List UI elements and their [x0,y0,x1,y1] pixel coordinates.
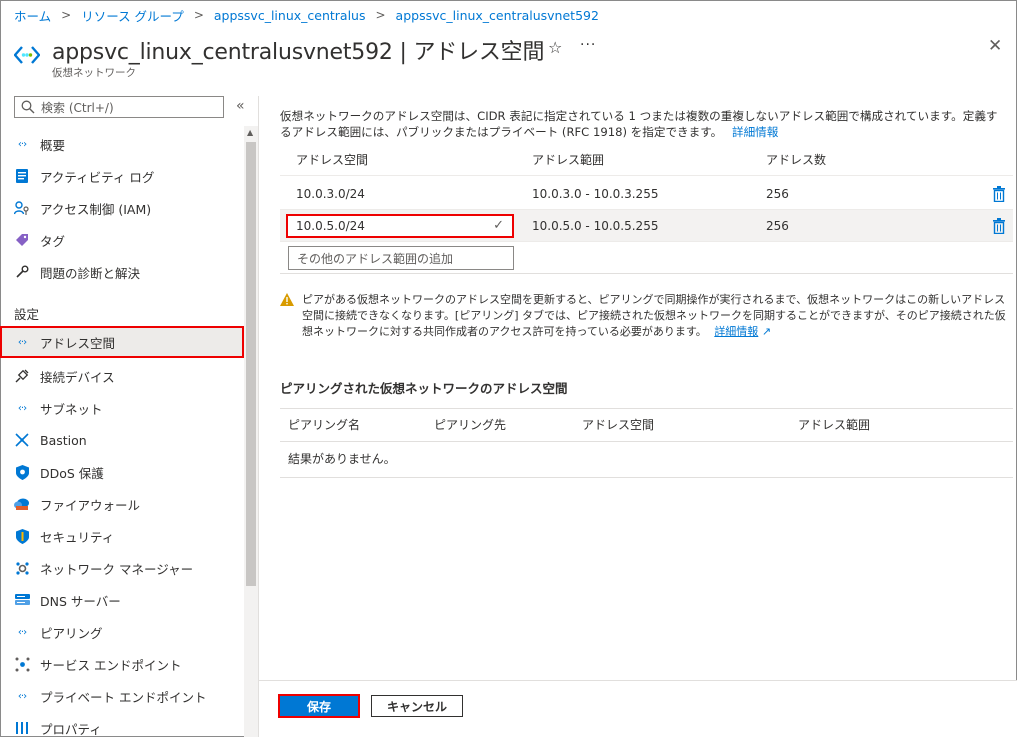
sidebar-item-dns-servers[interactable]: DNS サーバー [0,584,244,616]
delete-icon[interactable] [992,185,1006,202]
sidebar-item-tags[interactable]: タグ [0,224,244,256]
column-header-address-range: アドレス範囲 [532,153,605,167]
sidebar-scrollbar[interactable]: ▲ [244,126,258,737]
vnet-icon: ‹·› [17,402,27,414]
cell-address-range: 10.0.3.0 - 10.0.3.255 [532,186,659,201]
sidebar-section-settings: 設定 [14,307,40,322]
dns-icon [14,592,30,608]
add-address-range-input[interactable]: その他のアドレス範囲の追加 [288,246,514,270]
plug-icon [14,368,30,384]
warning-text: ピアがある仮想ネットワークのアドレス空間を更新すると、ピアリングで同期操作が実行… [302,293,1006,338]
warning-learn-more-link[interactable]: 詳細情報 [714,325,758,338]
sidebar-item-subnets[interactable]: ‹·› サブネット [0,392,244,424]
search-placeholder: 検索 (Ctrl+/) [41,100,114,115]
bastion-icon [14,432,30,448]
sidebar-item-ddos[interactable]: DDoS 保護 [0,456,244,488]
tag-icon [14,232,30,248]
cell-address-space: 10.0.3.0/24 [296,186,365,201]
sidebar-item-iam[interactable]: アクセス制御 (IAM) [0,192,244,224]
wrench-icon [14,264,30,280]
breadcrumb-vnet[interactable]: appssvc_linux_centralusvnet592 [396,8,599,23]
breadcrumb-separator: > [61,8,72,22]
sidebar-item-address-space[interactable]: ‹·› アドレス空間 [0,326,244,358]
learn-more-link[interactable]: 詳細情報 [732,125,778,139]
divider [280,441,1013,442]
scrollbar-thumb[interactable] [246,142,256,586]
cell-address-range: 10.0.5.0 - 10.0.5.255 [532,218,659,233]
sidebar-item-connected-devices[interactable]: 接続デバイス [0,360,244,392]
column-header-address-space: アドレス空間 [582,418,655,432]
sidebar-item-overview[interactable]: ‹·› 概要 [0,128,244,160]
cell-address-count: 256 [766,218,789,233]
security-shield-icon [14,528,30,544]
network-manager-icon [14,560,30,576]
shield-icon [14,464,30,480]
divider [280,408,1013,409]
sidebar-item-private-endpoints[interactable]: ‹·› プライベート エンドポイント [0,680,244,712]
properties-icon [14,720,30,736]
search-input[interactable]: 検索 (Ctrl+/) [14,96,224,118]
sidebar-item-firewall[interactable]: ファイアウォール [0,488,244,520]
column-header-address-space: アドレス空間 [296,153,369,167]
page-title: appsvc_linux_centralusvnet592 | アドレス空間 [52,40,545,65]
firewall-icon [14,496,30,512]
private-endpoint-icon: ‹·› [17,690,27,702]
cancel-button[interactable]: キャンセル [371,695,463,717]
column-header-peering-name: ピアリング名 [288,418,361,432]
breadcrumb-resource-group[interactable]: appssvc_linux_centralus [214,8,366,23]
column-header-address-range: アドレス範囲 [798,418,871,432]
scroll-up-icon[interactable]: ▲ [247,128,253,137]
peered-address-space-heading: ピアリングされた仮想ネットワークのアドレス空間 [280,381,568,396]
column-header-address-count: アドレス数 [766,153,827,167]
sidebar-item-peerings[interactable]: ‹·› ピアリング [0,616,244,648]
address-space-input[interactable]: 10.0.5.0/24 ✓ [286,214,514,238]
search-icon [21,100,35,114]
sidebar-item-bastion[interactable]: Bastion [0,424,244,456]
sidebar-item-security[interactable]: セキュリティ [0,520,244,552]
breadcrumb-home[interactable]: ホーム [14,6,51,25]
iam-icon [14,200,30,216]
save-button[interactable]: 保存 [278,694,360,718]
vnet-icon: ‹·› [17,138,27,150]
service-endpoint-icon [14,656,30,672]
sidebar-item-properties[interactable]: プロパティ [0,712,244,737]
description-text: 仮想ネットワークのアドレス空間は、CIDR 表記に指定されている 1 つまたは複… [280,109,998,139]
table-header: アドレス空間 アドレス範囲 アドレス数 [280,144,1013,176]
breadcrumb-resource-groups[interactable]: リソース グループ [81,6,184,25]
divider [280,273,1013,274]
warning-icon [280,293,294,306]
sidebar-divider [258,96,259,737]
star-icon[interactable]: ☆ [548,38,562,57]
page-subtitle: 仮想ネットワーク [52,67,136,79]
breadcrumb: ホーム > リソース グループ > appssvc_linux_centralu… [14,6,599,24]
divider [280,477,1013,478]
sidebar-item-diagnose[interactable]: 問題の診断と解決 [0,256,244,288]
close-icon[interactable]: ✕ [988,36,1002,56]
peering-icon: ‹·› [17,626,27,638]
activity-log-icon [14,168,30,184]
vnet-icon: ‹·› [17,336,27,348]
more-options-button[interactable]: ··· [580,37,596,53]
cell-address-count: 256 [766,186,789,201]
breadcrumb-separator: > [375,8,386,22]
sidebar-item-activity-log[interactable]: アクティビティ ログ [0,160,244,192]
sidebar-item-network-manager[interactable]: ネットワーク マネージャー [0,552,244,584]
sidebar-item-service-endpoints[interactable]: サービス エンドポイント [0,648,244,680]
table-row: 10.0.3.0/24 10.0.3.0 - 10.0.3.255 256 [280,178,1013,210]
vnet-icon [14,46,40,64]
column-header-peering-target: ピアリング先 [434,418,507,432]
external-link-icon: ↗ [761,325,772,338]
collapse-sidebar-icon[interactable]: « [236,98,245,114]
breadcrumb-separator: > [193,8,204,22]
no-results-text: 結果がありません。 [288,452,396,466]
delete-icon[interactable] [992,217,1006,234]
check-icon: ✓ [493,218,504,233]
table-row-editing: 10.0.5.0/24 ✓ 10.0.5.0 - 10.0.5.255 256 [280,210,1013,242]
